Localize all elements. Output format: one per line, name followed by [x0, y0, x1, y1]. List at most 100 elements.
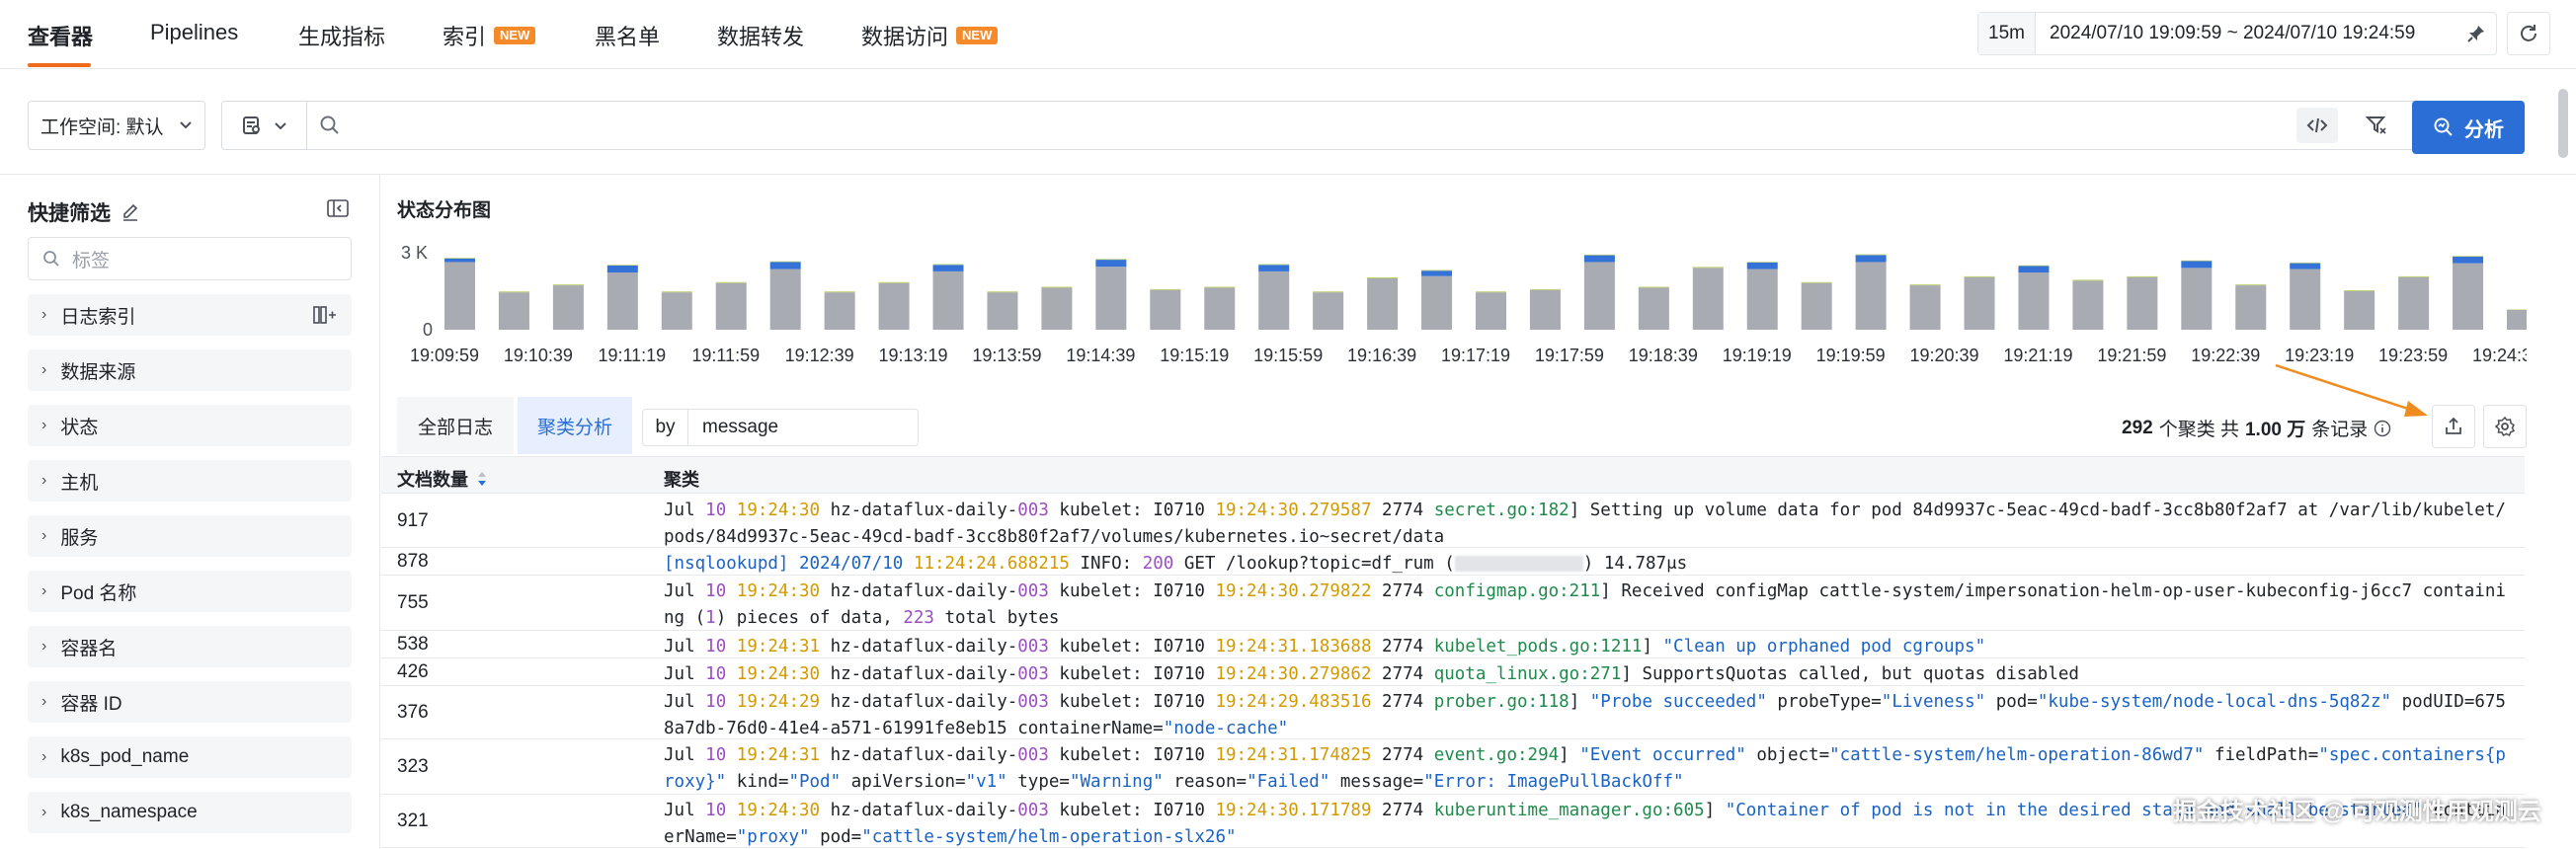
tab-cluster-analysis[interactable]: 聚类分析 — [518, 397, 632, 454]
chart-bar[interactable] — [769, 269, 801, 330]
chart-bar[interactable] — [606, 272, 638, 330]
chart-bar[interactable] — [878, 282, 910, 330]
chart-bar[interactable] — [1095, 260, 1127, 268]
tab-all-logs[interactable]: 全部日志 — [397, 397, 514, 454]
scrollbar[interactable] — [2558, 89, 2568, 158]
table-row[interactable]: 376 Jul 10 19:24:29 hz-dataflux-daily-003… — [381, 686, 2525, 739]
chart-bar[interactable] — [1204, 286, 1236, 288]
chart-bar[interactable] — [1746, 262, 1778, 263]
chart-bar[interactable] — [2344, 290, 2375, 291]
refresh-button[interactable] — [2507, 12, 2550, 55]
tab-viewer[interactable]: 查看器 — [28, 20, 93, 51]
chart-bar[interactable] — [2453, 256, 2484, 258]
time-range-picker[interactable]: 15m 2024/07/10 19:09:59 ~ 2024/07/10 19:… — [1977, 12, 2497, 55]
chart-bar[interactable] — [987, 292, 1018, 330]
chart-bar[interactable] — [769, 261, 801, 263]
chart-bar[interactable] — [2181, 268, 2213, 330]
chart-bar[interactable] — [1367, 277, 1399, 278]
sidebar-item-pod-name[interactable]: › Pod 名称 — [28, 571, 352, 612]
chart-bar[interactable] — [1150, 288, 1181, 290]
sidebar-item-status[interactable]: › 状态 — [28, 405, 352, 446]
chart-bar[interactable] — [1041, 287, 1073, 330]
chart-bar[interactable] — [2018, 272, 2050, 330]
chart-bar[interactable] — [1095, 267, 1127, 330]
chart-bar[interactable] — [1909, 284, 1941, 286]
sidebar-item-container-id[interactable]: › 容器 ID — [28, 681, 352, 723]
table-row[interactable]: 878 [nsqlookupd] 2024/07/10 11:24:24.6882… — [381, 548, 2525, 576]
chart-bar[interactable] — [2507, 309, 2527, 330]
chart-bar[interactable] — [2398, 275, 2430, 277]
chart-bar[interactable] — [1150, 289, 1181, 330]
table-row[interactable]: 917 Jul 10 19:24:30 hz-dataflux-daily-003… — [381, 495, 2525, 548]
chart-bar[interactable] — [444, 258, 475, 259]
chart-bar[interactable] — [1801, 281, 1832, 283]
chart-bar[interactable] — [1421, 275, 1453, 330]
chart-bar[interactable] — [498, 291, 529, 293]
chart-bar[interactable] — [715, 281, 747, 283]
code-mode-button[interactable] — [2296, 108, 2338, 143]
chart-bar[interactable] — [1476, 291, 1506, 293]
chart-bar[interactable] — [2018, 265, 2050, 267]
sidebar-item-container-name[interactable]: › 容器名 — [28, 626, 352, 667]
chart-bar[interactable] — [2127, 275, 2158, 277]
by-field-value[interactable]: message — [688, 417, 778, 438]
chart-bar[interactable] — [824, 291, 855, 293]
sidebar-item-service[interactable]: › 服务 — [28, 515, 352, 557]
table-row[interactable]: 755 Jul 10 19:24:30 hz-dataflux-daily-003… — [381, 576, 2525, 631]
chart-bar[interactable] — [1313, 292, 1344, 330]
chart-bar[interactable] — [2072, 280, 2104, 330]
chart-bar[interactable] — [1476, 292, 1506, 330]
chart-bar[interactable] — [444, 262, 475, 330]
chart-bar[interactable] — [2453, 257, 2484, 264]
workspace-select[interactable]: 工作空间: 默认 — [28, 101, 205, 150]
table-row[interactable]: 426 Jul 10 19:24:30 hz-dataflux-daily-003… — [381, 658, 2525, 686]
add-column-icon[interactable] — [312, 304, 338, 326]
chart-bar[interactable] — [2290, 262, 2321, 264]
sidebar-item-host[interactable]: › 主机 — [28, 460, 352, 502]
chart-bar[interactable] — [1529, 288, 1561, 290]
tab-index[interactable]: 索引 NEW — [443, 20, 536, 51]
time-range-text[interactable]: 2024/07/10 19:09:59 ~ 2024/07/10 19:24:5… — [2036, 23, 2456, 44]
table-row[interactable]: 323 Jul 10 19:24:31 hz-dataflux-daily-003… — [381, 739, 2525, 795]
sidebar-item-source[interactable]: › 数据来源 — [28, 349, 352, 391]
chart-bar[interactable] — [1095, 259, 1127, 261]
chart-bar[interactable] — [2290, 263, 2321, 270]
chart-bar[interactable] — [661, 291, 692, 293]
chart-bar[interactable] — [444, 258, 475, 263]
table-row[interactable]: 538 Jul 10 19:24:31 hz-dataflux-daily-003… — [381, 631, 2525, 658]
collapse-sidebar-icon[interactable] — [326, 197, 350, 219]
sidebar-item-log-index[interactable]: › 日志索引 — [28, 294, 352, 336]
cluster-by-field[interactable]: by message — [642, 409, 919, 446]
column-header-count[interactable]: 文档数量 — [397, 466, 488, 492]
chart-bar[interactable] — [1855, 255, 1887, 263]
chart-bar[interactable] — [1801, 282, 1832, 330]
chart-bar[interactable] — [2072, 279, 2104, 281]
pin-icon[interactable] — [2456, 24, 2496, 43]
sidebar-item-k8s-pod-name[interactable]: › k8s_pod_name — [28, 736, 352, 778]
chart-bar[interactable] — [1692, 268, 1724, 330]
chart-bar[interactable] — [1258, 265, 1290, 271]
chart-bar[interactable] — [932, 270, 964, 330]
time-preset[interactable]: 15m — [1978, 13, 2036, 54]
chart-bar[interactable] — [1583, 254, 1615, 256]
chart-bar[interactable] — [932, 265, 964, 271]
chart-bar[interactable] — [1367, 278, 1399, 330]
chart-bar[interactable] — [2127, 276, 2158, 330]
settings-button[interactable] — [2483, 405, 2527, 448]
chart-bar[interactable] — [2235, 284, 2267, 286]
chart-bar[interactable] — [824, 292, 855, 330]
tab-metrics[interactable]: 生成指标 — [298, 20, 385, 51]
chart-bar[interactable] — [1313, 291, 1344, 293]
tab-forwarding[interactable]: 数据转发 — [717, 20, 804, 51]
chart-bar[interactable] — [661, 292, 692, 330]
sidebar-item-k8s-namespace[interactable]: › k8s_namespace — [28, 792, 352, 833]
chart-bar[interactable] — [2290, 269, 2321, 330]
chart-bar[interactable] — [1964, 276, 1995, 330]
query-mode-select[interactable] — [222, 102, 307, 149]
chart-bar[interactable] — [715, 282, 747, 330]
export-button[interactable] — [2432, 405, 2475, 448]
chart-bar[interactable] — [2398, 276, 2430, 330]
chart-bar[interactable] — [1041, 286, 1073, 288]
analyze-button[interactable]: 分析 — [2412, 101, 2525, 154]
chart-bar[interactable] — [2018, 266, 2050, 273]
